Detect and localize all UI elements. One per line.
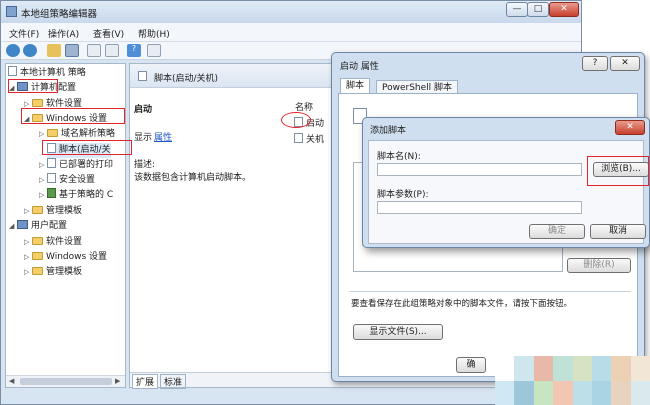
script-params-input[interactable] [377, 201, 582, 214]
tree-user-software-label: 软件设置 [46, 237, 83, 247]
expand-icon[interactable]: ▷ [24, 235, 32, 250]
policy-icon [8, 66, 17, 76]
view-icon[interactable] [147, 44, 161, 57]
show-label: 显示 [134, 133, 153, 143]
expand-icon[interactable]: ▷ [24, 250, 32, 265]
tree-user-config[interactable]: ◢ 用户配置 [9, 219, 67, 234]
tree-root-label: 本地计算机 策略 [20, 68, 86, 78]
tab-scripts[interactable]: 脚本 [340, 78, 371, 94]
horizontal-scrollbar[interactable]: ◀ ▶ [6, 375, 125, 387]
separator [349, 291, 631, 292]
properties-icon[interactable] [105, 44, 119, 57]
decorative-mosaic [495, 356, 650, 405]
folder-icon [32, 237, 43, 245]
name-column-header[interactable]: 名称 [295, 100, 313, 113]
description-label: 描述: [134, 160, 156, 170]
list-item-shutdown[interactable]: 关机 [294, 132, 324, 145]
content-header-title: 脚本(启动/关机) [154, 74, 219, 84]
tree-security-settings[interactable]: ▷ 安全设置 [39, 173, 95, 188]
tree-user-admin[interactable]: ▷ 管理模板 [24, 265, 82, 280]
annotation-box-browse [587, 156, 649, 186]
scroll-left-icon[interactable]: ◀ [9, 377, 14, 385]
collapse-icon[interactable]: ◢ [9, 219, 17, 234]
export-list-icon[interactable] [87, 44, 101, 57]
properties-link[interactable]: 属性 [154, 130, 172, 143]
annotation-box-computer-config [8, 79, 58, 93]
tree-user-windows[interactable]: ▷ Windows 设置 [24, 250, 107, 265]
tree-user-admin-label: 管理模板 [46, 267, 83, 277]
description-text: 该数据包含计算机启动脚本。 [134, 173, 252, 183]
tree-admin-templates[interactable]: ▷ 管理模板 [24, 204, 82, 219]
tree-security-settings-label: 安全设置 [59, 175, 96, 185]
remove-button[interactable]: 删除(R) [567, 258, 631, 273]
folder-icon [47, 129, 58, 137]
folder-icon [32, 252, 43, 260]
app-icon [6, 6, 17, 17]
tree-admin-templates-label: 管理模板 [46, 206, 83, 216]
annotation-box-scripts [42, 140, 132, 155]
printer-icon [47, 158, 56, 168]
props-ok-button[interactable]: 确 [456, 357, 486, 373]
maximize-button[interactable]: □ [527, 2, 549, 17]
help-button[interactable]: ? [582, 56, 608, 71]
add-ok-button[interactable]: 确定 [529, 224, 585, 239]
tree-deployed-printers-label: 已部署的打印 [59, 160, 114, 170]
tree-qos-policy[interactable]: ▷ 基于策略的 C [39, 188, 113, 203]
up-folder-icon[interactable] [47, 44, 61, 57]
scroll-right-icon[interactable]: ▶ [115, 377, 120, 385]
folder-icon [32, 206, 43, 214]
chart-icon [47, 188, 56, 198]
user-icon [17, 220, 28, 229]
folder-icon [32, 267, 43, 275]
tree-user-software[interactable]: ▷ 软件设置 [24, 235, 82, 250]
annotation-box-windows-settings [21, 108, 125, 124]
add-close-button[interactable]: ✕ [615, 120, 645, 135]
add-dialog-title: 添加脚本 [370, 126, 407, 136]
section-title: 启动 [134, 105, 153, 115]
security-icon [47, 173, 56, 183]
script-icon [138, 71, 147, 81]
expand-icon[interactable]: ▷ [39, 173, 47, 188]
script-name-label: 脚本名(N): [377, 152, 421, 162]
help-icon[interactable]: ? [127, 44, 141, 57]
menu-help[interactable]: 帮助(H) [138, 27, 170, 40]
tab-powershell[interactable]: PowerShell 脚本 [376, 80, 459, 94]
expand-icon[interactable]: ▷ [24, 265, 32, 280]
tree-user-config-label: 用户配置 [31, 221, 68, 231]
add-cancel-button[interactable]: 取消 [590, 224, 646, 239]
tree-qos-policy-label: 基于策略的 C [59, 190, 114, 200]
menu-bar: 文件(F) 操作(A) 查看(V) 帮助(H) [1, 23, 581, 42]
props-close-button[interactable]: ✕ [610, 56, 640, 71]
minimize-button[interactable]: — [506, 2, 528, 17]
tab-extended[interactable]: 扩展 [132, 374, 159, 389]
menu-action[interactable]: 操作(A) [48, 27, 79, 40]
annotation-circle-startup [281, 112, 311, 128]
forward-icon[interactable] [23, 44, 37, 57]
script-name-input[interactable] [377, 163, 582, 176]
script-params-label: 脚本参数(P): [377, 190, 429, 200]
title-bar: 本地组策略编辑器 — □ ✕ [1, 1, 581, 23]
back-icon[interactable] [6, 44, 20, 57]
menu-view[interactable]: 查看(V) [93, 27, 124, 40]
show-tree-icon[interactable] [65, 44, 79, 57]
tree-dns-policy-label: 域名解析策略 [61, 129, 116, 139]
list-item-shutdown-label: 关机 [306, 135, 325, 145]
props-dialog-title: 启动 属性 [340, 62, 379, 72]
script-icon [294, 133, 303, 143]
tree-user-windows-label: Windows 设置 [46, 252, 108, 262]
tab-standard[interactable]: 标准 [160, 374, 187, 389]
show-files-info: 要查看保存在此组策略对象中的脚本文件，请按下面按钮。 [351, 299, 573, 309]
scrollbar-thumb[interactable] [20, 378, 112, 385]
show-files-button[interactable]: 显示文件(S)... [353, 324, 443, 340]
tree-deployed-printers[interactable]: ▷ 已部署的打印 [39, 158, 113, 173]
expand-icon[interactable]: ▷ [39, 158, 47, 173]
close-button[interactable]: ✕ [549, 2, 579, 17]
menu-file[interactable]: 文件(F) [9, 27, 39, 40]
expand-icon[interactable]: ▷ [24, 204, 32, 219]
folder-icon [32, 99, 43, 107]
expand-icon[interactable]: ▷ [39, 188, 47, 203]
window-title: 本地组策略编辑器 [21, 9, 98, 20]
